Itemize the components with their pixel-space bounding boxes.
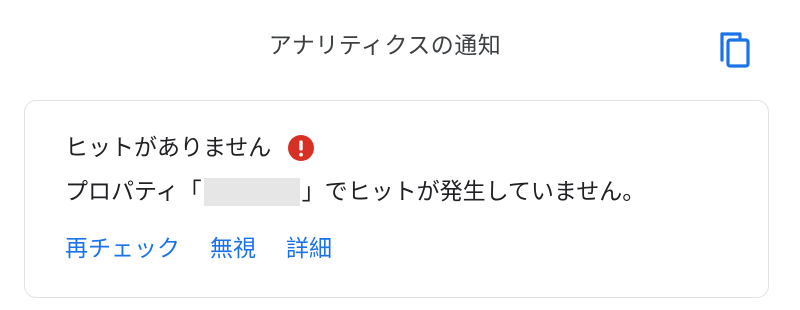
recheck-link[interactable]: 再チェック [65,229,180,269]
copy-icon-glyph [720,32,750,68]
message-suffix: 」でヒットが発生していません。 [301,179,646,205]
status-title: ヒットがありません [65,135,272,161]
notification-message: プロパティ「 」でヒットが発生していません。 [65,171,645,213]
page-title: アナリティクスの通知 [268,33,502,59]
notification-card: ヒットがありません プロパティ「 」でヒットが発生していません。 再チェック 無… [24,100,769,298]
redacted-property-name [203,178,300,206]
details-link[interactable]: 詳細 [286,229,332,269]
action-links: 再チェック 無視 詳細 [65,229,332,269]
ignore-link[interactable]: 無視 [210,229,256,269]
message-prefix: プロパティ「 [65,179,202,205]
header: アナリティクスの通知 [0,0,800,92]
status-row: ヒットがありません [65,128,315,168]
error-icon [287,134,315,162]
copy-icon[interactable] [712,27,758,73]
